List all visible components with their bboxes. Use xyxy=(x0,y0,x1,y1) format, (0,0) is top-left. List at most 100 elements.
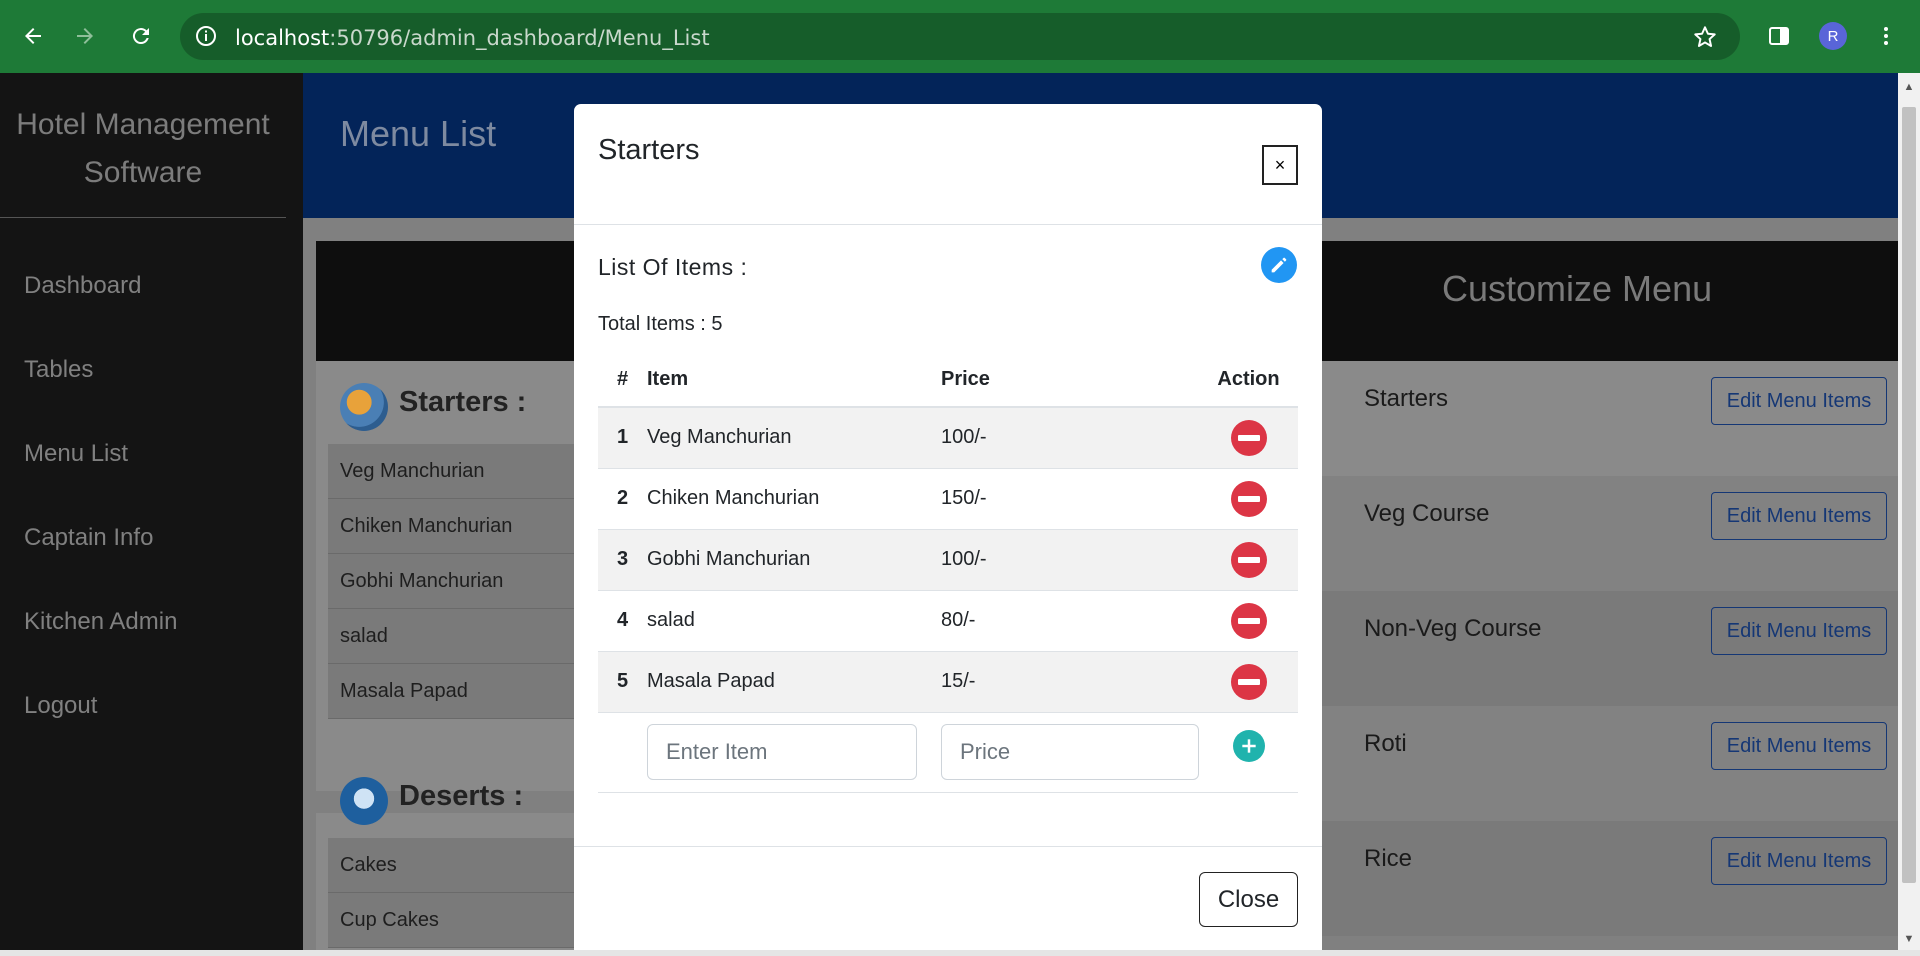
row-number: 4 xyxy=(598,590,647,652)
row-item: Gobhi Manchurian xyxy=(647,529,941,591)
column-header-number: # xyxy=(598,353,647,408)
sidebar-item-menu-list[interactable]: Menu List xyxy=(24,440,128,468)
edit-menu-items-button[interactable]: Edit Menu Items xyxy=(1711,377,1887,425)
scrollbar-thumb[interactable] xyxy=(1902,107,1916,883)
url-text: localhost:50796/admin_dashboard/Menu_Lis… xyxy=(235,26,710,50)
list-item: Veg Manchurian xyxy=(328,444,582,499)
scroll-down-arrow-icon[interactable]: ▼ xyxy=(1903,933,1915,945)
add-item-plus-icon[interactable] xyxy=(1232,730,1265,762)
list-item: Chiken Manchurian xyxy=(328,499,582,554)
modal-header-divider xyxy=(574,224,1322,225)
add-row-action-cell xyxy=(1199,712,1298,793)
table-row: 3 Gobhi Manchurian 100/- xyxy=(598,529,1298,591)
address-bar[interactable]: localhost:50796/admin_dashboard/Menu_Lis… xyxy=(180,13,1740,60)
customize-row-non-veg-course: Non-Veg Course Edit Menu Items xyxy=(1322,591,1898,706)
customize-row-label: Veg Course xyxy=(1364,500,1490,527)
table-header-row: # Item Price Action xyxy=(598,353,1298,408)
table-row: 1 Veg Manchurian 100/- xyxy=(598,407,1298,469)
customize-row-label: Starters xyxy=(1364,385,1449,412)
sidebar: Hotel Management Software Dashboard Tabl… xyxy=(0,73,303,950)
reload-icon[interactable] xyxy=(123,18,159,54)
list-item: Masala Papad xyxy=(328,664,582,719)
sidebar-divider xyxy=(0,217,286,218)
remove-item-icon[interactable] xyxy=(1230,419,1267,456)
bookmark-star-icon[interactable] xyxy=(1692,24,1718,50)
add-item-row xyxy=(598,712,1298,793)
browser-toolbar: localhost:50796/admin_dashboard/Menu_Lis… xyxy=(0,0,1920,73)
row-number: 3 xyxy=(598,529,647,591)
row-price: 100/- xyxy=(941,407,1199,469)
side-panel-icon[interactable] xyxy=(1763,20,1795,52)
remove-item-icon[interactable] xyxy=(1230,602,1267,639)
edit-menu-items-button[interactable]: Edit Menu Items xyxy=(1711,492,1887,540)
customize-row-roti: Roti Edit Menu Items xyxy=(1322,706,1898,821)
new-item-input[interactable] xyxy=(647,724,917,780)
list-item: Gobhi Manchurian xyxy=(328,554,582,609)
row-action xyxy=(1199,407,1298,469)
edit-pencil-icon[interactable] xyxy=(1261,247,1297,283)
modal-footer-divider xyxy=(574,846,1322,847)
sidebar-item-kitchen-admin[interactable]: Kitchen Admin xyxy=(24,608,177,636)
category-title-starters: Starters : xyxy=(399,386,527,418)
modal-close-x-button[interactable]: × xyxy=(1262,145,1298,185)
sidebar-item-captain-info[interactable]: Captain Info xyxy=(24,524,153,552)
sidebar-item-logout[interactable]: Logout xyxy=(24,692,97,720)
edit-menu-items-button[interactable]: Edit Menu Items xyxy=(1711,837,1887,885)
table-row: 4 salad 80/- xyxy=(598,590,1298,652)
forward-icon[interactable] xyxy=(67,18,103,54)
remove-item-icon[interactable] xyxy=(1230,480,1267,517)
total-items-label: Total Items : 5 xyxy=(598,313,723,335)
row-number: 5 xyxy=(598,651,647,713)
customize-row-label: Non-Veg Course xyxy=(1364,615,1542,642)
row-item: Chiken Manchurian xyxy=(647,468,941,530)
row-price: 100/- xyxy=(941,529,1199,591)
customize-row-veg-course: Veg Course Edit Menu Items xyxy=(1322,476,1898,591)
items-table: # Item Price Action 1 Veg Manchurian 100… xyxy=(598,353,1298,793)
row-item: Masala Papad xyxy=(647,651,941,713)
row-number: 2 xyxy=(598,468,647,530)
list-item: Cup Cakes xyxy=(328,893,582,948)
close-button[interactable]: Close xyxy=(1199,872,1298,927)
deserts-icon xyxy=(340,777,388,825)
remove-item-icon[interactable] xyxy=(1230,541,1267,578)
back-icon[interactable] xyxy=(15,18,51,54)
row-price: 80/- xyxy=(941,590,1199,652)
row-price: 150/- xyxy=(941,468,1199,530)
column-header-price: Price xyxy=(941,353,1199,408)
remove-item-icon[interactable] xyxy=(1230,663,1267,700)
customize-row-starters: Starters Edit Menu Items xyxy=(1322,361,1898,476)
list-item: salad xyxy=(328,609,582,664)
list-of-items-label: List Of Items : xyxy=(598,254,748,280)
profile-avatar[interactable]: R xyxy=(1817,20,1849,52)
scroll-up-arrow-icon[interactable]: ▲ xyxy=(1903,81,1915,93)
page-scrollbar[interactable]: ▲ ▼ xyxy=(1898,73,1920,950)
browser-menu-icon[interactable] xyxy=(1870,20,1902,52)
column-header-item: Item xyxy=(647,353,941,408)
edit-menu-items-button[interactable]: Edit Menu Items xyxy=(1711,607,1887,655)
brand-title: Hotel Management Software xyxy=(16,108,270,189)
row-number: 1 xyxy=(598,407,647,469)
starters-modal: Starters × List Of Items : Total Items :… xyxy=(574,104,1322,950)
sidebar-item-dashboard[interactable]: Dashboard xyxy=(24,272,141,300)
customize-row-label: Rice xyxy=(1364,845,1413,872)
table-row: 5 Masala Papad 15/- xyxy=(598,651,1298,713)
row-action xyxy=(1199,651,1298,713)
row-item: salad xyxy=(647,590,941,652)
site-info-icon[interactable] xyxy=(194,24,218,48)
table-row: 2 Chiken Manchurian 150/- xyxy=(598,468,1298,530)
edit-menu-items-button[interactable]: Edit Menu Items xyxy=(1711,722,1887,770)
customize-row-label: Roti xyxy=(1364,730,1407,757)
row-item: Veg Manchurian xyxy=(647,407,941,469)
column-header-action: Action xyxy=(1199,353,1298,408)
row-action xyxy=(1199,590,1298,652)
row-action xyxy=(1199,468,1298,530)
row-action xyxy=(1199,529,1298,591)
customize-menu-title: Customize Menu xyxy=(1442,268,1713,309)
add-row-spacer xyxy=(598,712,647,793)
sidebar-item-tables[interactable]: Tables xyxy=(24,356,93,384)
add-row-price-cell xyxy=(941,712,1199,793)
category-title-deserts: Deserts : xyxy=(399,780,524,812)
row-price: 15/- xyxy=(941,651,1199,713)
list-item: Cakes xyxy=(328,838,582,893)
new-price-input[interactable] xyxy=(941,724,1199,780)
